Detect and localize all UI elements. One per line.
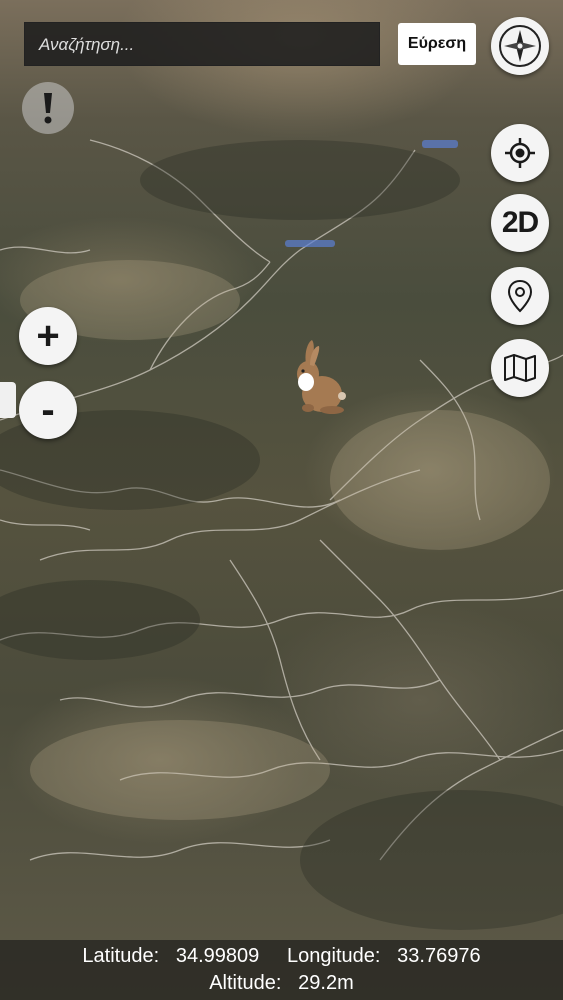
altitude-line: Altitude: 29.2m (0, 970, 563, 997)
alert-button[interactable] (22, 82, 74, 134)
latitude-value: 34.99809 (175, 945, 260, 967)
compass-button[interactable] (491, 17, 549, 75)
altitude-label: Altitude: (209, 972, 282, 994)
search-button[interactable]: Εύρεση (398, 23, 476, 65)
map-layers-button[interactable] (491, 339, 549, 397)
zoom-out-button[interactable]: - (19, 381, 77, 439)
pin-icon (507, 279, 533, 313)
zoom-out-label: - (41, 388, 55, 432)
latitude-label: Latitude: (82, 945, 160, 967)
altitude-value: 29.2m (298, 972, 354, 994)
hare-icon[interactable] (286, 338, 348, 418)
longitude-label: Longitude: (287, 945, 381, 967)
compass-icon (499, 25, 541, 67)
my-location-button[interactable] (491, 124, 549, 182)
view-mode-label: 2D (501, 206, 539, 239)
lat-lon-line: Latitude: 34.99809 Longitude: 33.76976 (0, 943, 563, 970)
zoom-in-label: + (36, 314, 60, 358)
zoom-in-button[interactable]: + (19, 307, 77, 365)
view-mode-toggle[interactable]: 2D (491, 194, 549, 252)
terrain-layer (0, 139, 563, 930)
map-icon (504, 354, 536, 382)
map-view[interactable]: Αναζήτηση... Εύρεση 2D + - Latitude: 34.… (0, 0, 563, 1000)
coordinates-panel: Latitude: 34.99809 Longitude: 33.76976 A… (0, 940, 563, 1000)
alert-icon (44, 93, 52, 124)
map-label-marker[interactable] (0, 382, 16, 418)
search-input[interactable]: Αναζήτηση... (24, 22, 380, 66)
locate-icon (505, 138, 535, 168)
pin-button[interactable] (491, 267, 549, 325)
longitude-value: 33.76976 (397, 945, 481, 967)
search-placeholder: Αναζήτηση... (39, 35, 135, 54)
